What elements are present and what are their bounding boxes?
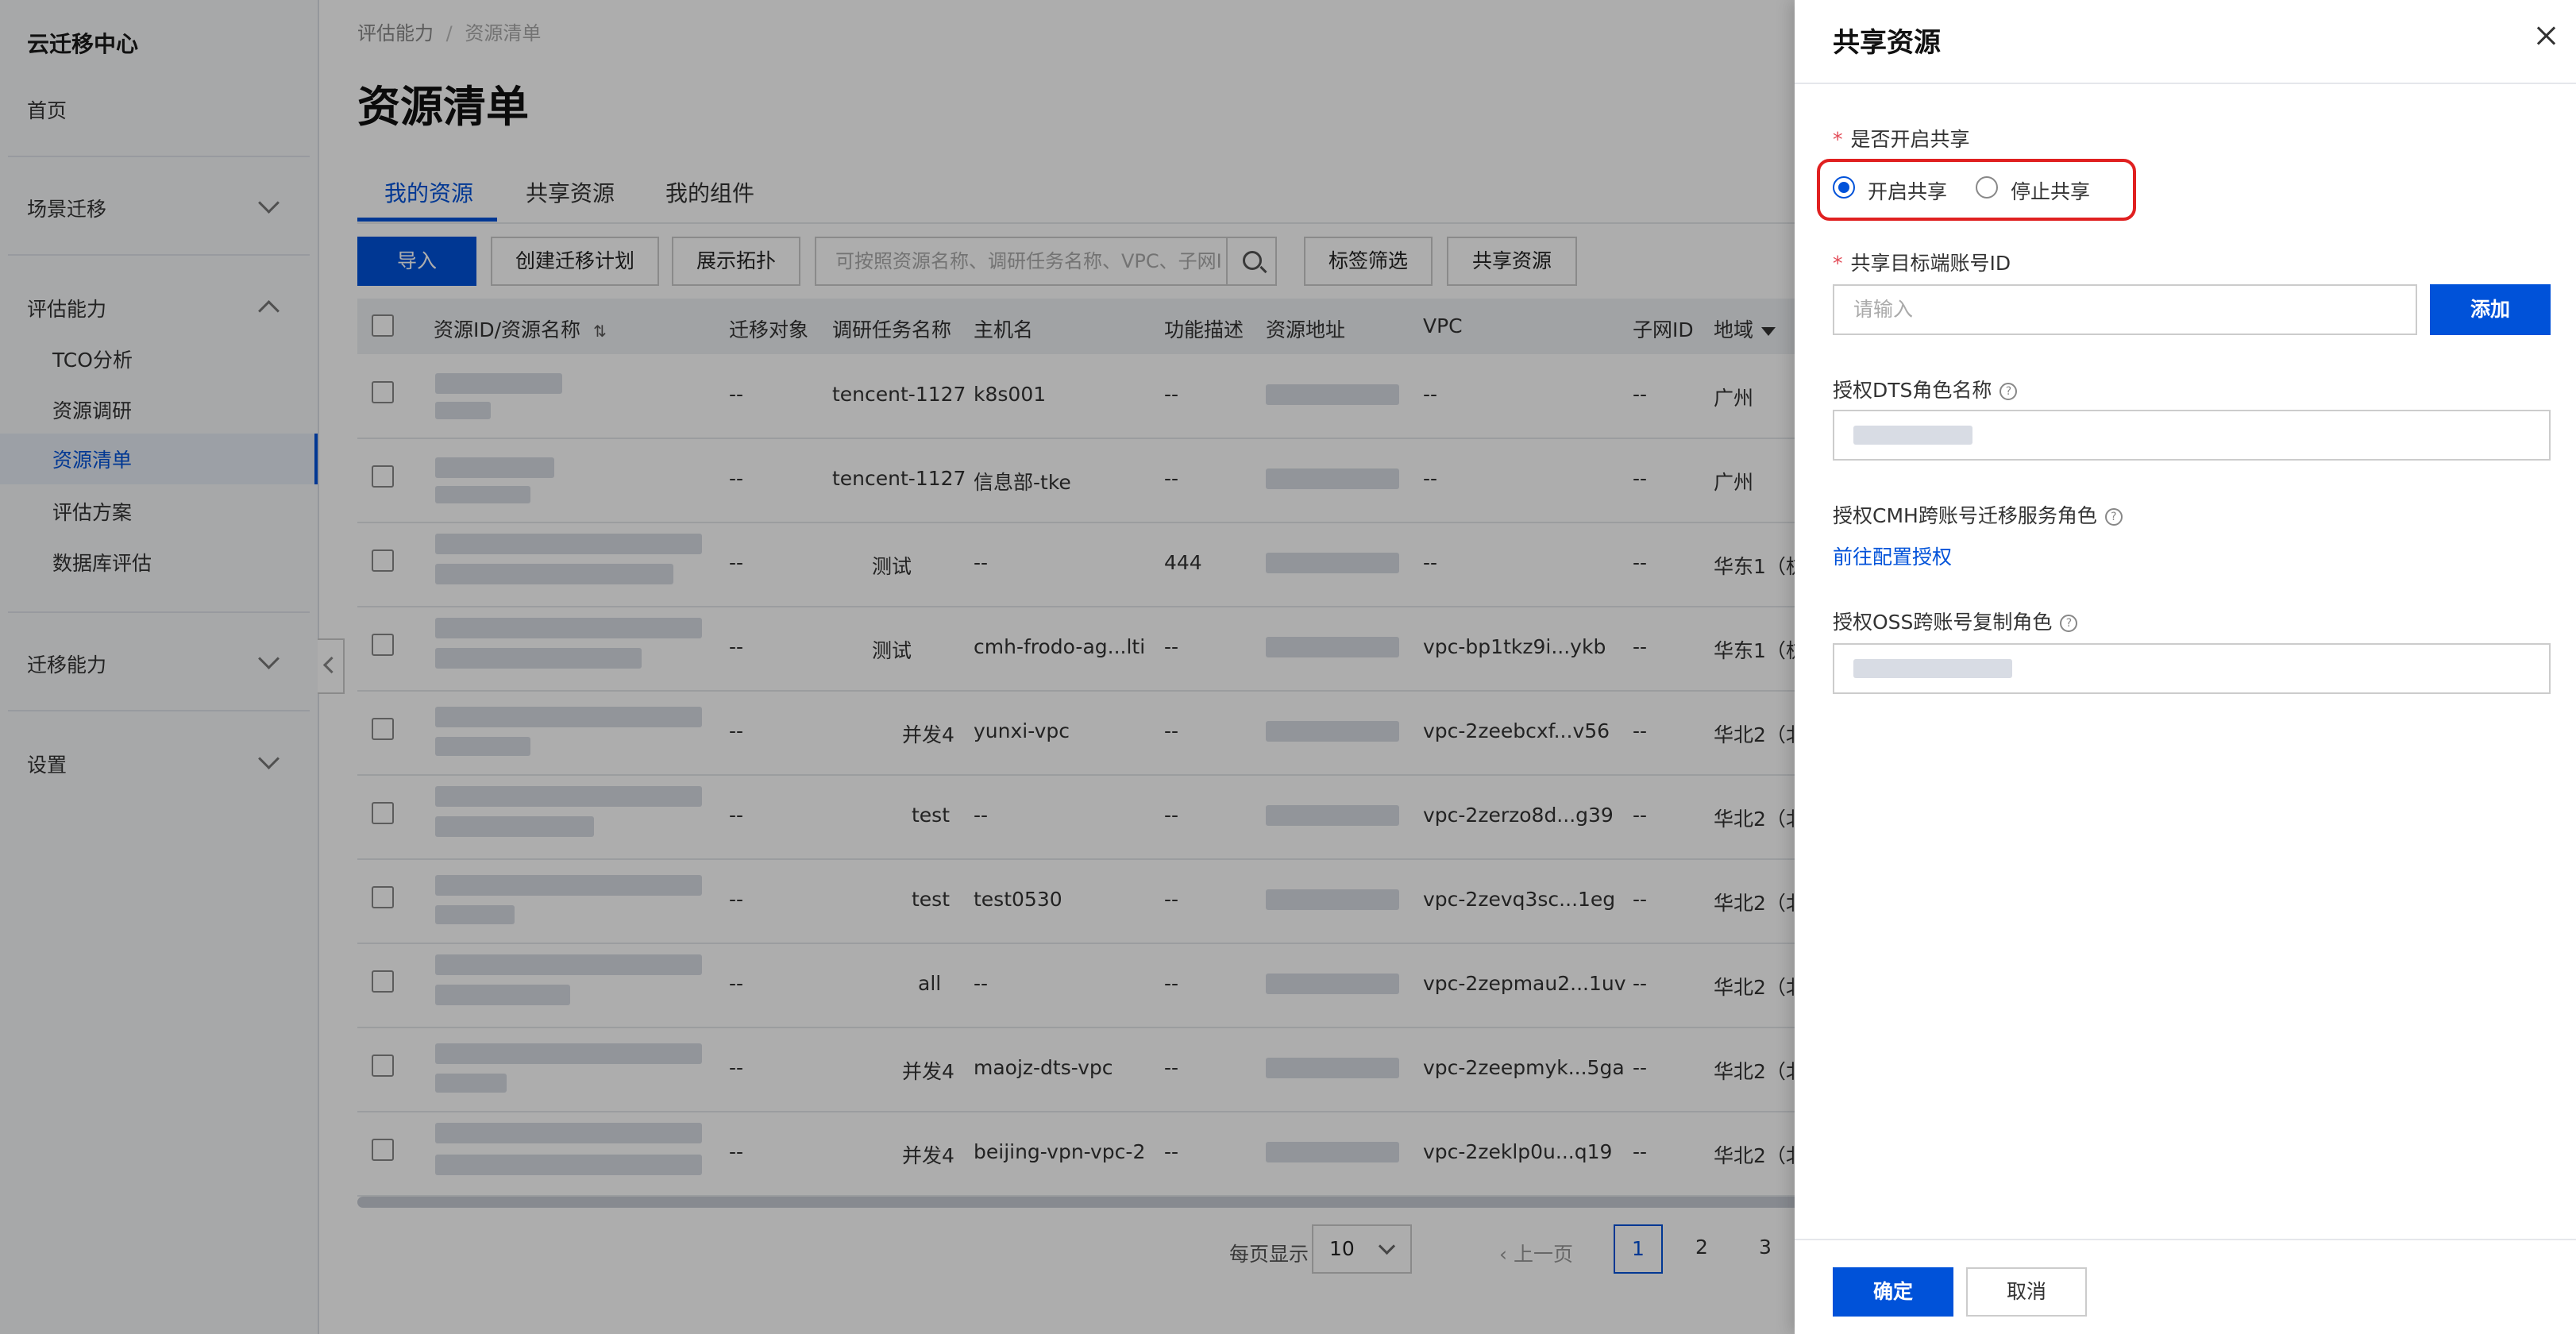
dts-role-input[interactable]: [1833, 410, 2551, 461]
drawer-footer-divider: [1795, 1239, 2576, 1240]
oss-role-label: 授权OSS跨账号复制角色?: [1833, 607, 2078, 635]
enable-share-label: * 是否开启共享: [1833, 124, 1970, 152]
required-mark: *: [1833, 128, 1843, 151]
radio-stop-share[interactable]: [1976, 176, 1998, 199]
help-icon[interactable]: ?: [1999, 383, 2018, 400]
help-icon[interactable]: ?: [2060, 615, 2078, 632]
redacted-dts-role: [1853, 426, 1972, 445]
redacted-oss-role: [1853, 659, 2012, 678]
enable-share-label-text: 是否开启共享: [1850, 128, 1970, 151]
help-icon[interactable]: ?: [2104, 508, 2123, 526]
cancel-button[interactable]: 取消: [1966, 1267, 2087, 1317]
cmh-role-label-text: 授权CMH跨账号迁移服务角色: [1833, 504, 2097, 527]
confirm-button[interactable]: 确定: [1833, 1267, 1953, 1317]
radio-stop-share-label[interactable]: 停止共享: [2011, 176, 2090, 205]
required-mark: *: [1833, 252, 1843, 275]
target-account-label: * 共享目标端账号ID: [1833, 248, 2011, 276]
modal-overlay[interactable]: [0, 0, 1795, 1334]
oss-role-input[interactable]: [1833, 643, 2551, 694]
close-icon[interactable]: [2535, 24, 2559, 48]
dts-role-label-text: 授权DTS角色名称: [1833, 379, 1992, 402]
radio-enable-share[interactable]: [1833, 176, 1855, 199]
drawer-header-divider: [1795, 83, 2576, 84]
config-auth-link[interactable]: 前往配置授权: [1833, 542, 1952, 570]
add-button[interactable]: 添加: [2430, 284, 2551, 335]
app-root: 云迁移中心 首页 场景迁移 评估能力 TCO分析 资源调研 资源清单 评估方案 …: [0, 0, 2576, 1334]
target-account-input[interactable]: 请输入: [1833, 284, 2417, 335]
cmh-role-label: 授权CMH跨账号迁移服务角色?: [1833, 500, 2123, 529]
share-resources-drawer: 共享资源 * 是否开启共享 开启共享 停止共享 * 共享目标端账号ID 请输入 添加…: [1795, 0, 2576, 1334]
target-account-label-text: 共享目标端账号ID: [1850, 252, 2011, 275]
radio-enable-share-label[interactable]: 开启共享: [1868, 176, 1947, 205]
drawer-title: 共享资源: [1833, 27, 1941, 59]
oss-role-label-text: 授权OSS跨账号复制角色: [1833, 611, 2053, 634]
dts-role-label: 授权DTS角色名称?: [1833, 375, 2018, 403]
